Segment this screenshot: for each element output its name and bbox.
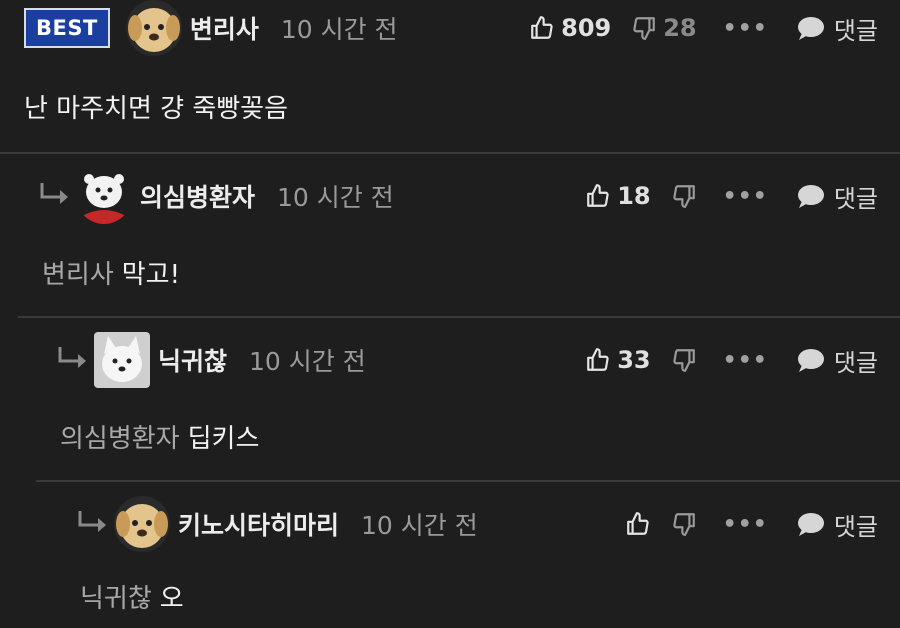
dislike-count: 28	[663, 14, 697, 42]
dislike-button[interactable]	[671, 347, 697, 373]
timestamp: 10 시간 전	[361, 511, 478, 540]
avatar[interactable]	[94, 332, 150, 388]
more-options-button[interactable]: •••	[723, 16, 768, 41]
avatar[interactable]	[76, 168, 132, 224]
like-count: 33	[617, 346, 651, 374]
like-count: 809	[561, 14, 612, 42]
dislike-button[interactable]: 28	[631, 14, 697, 42]
nickname[interactable]: 변리사	[190, 10, 259, 46]
thumbs-down-icon	[672, 349, 695, 372]
nickname[interactable]: 닉귀찮	[158, 342, 227, 378]
reply-button[interactable]: 댓글	[796, 179, 878, 214]
dislike-button[interactable]	[671, 183, 697, 209]
like-button[interactable]: 809	[529, 14, 611, 42]
puppy-avatar-icon	[114, 496, 170, 552]
speech-bubble-icon	[797, 349, 824, 372]
reply-label: 댓글	[833, 16, 878, 45]
thumbs-up-icon	[587, 348, 609, 371]
polar-bear-avatar-icon	[76, 168, 132, 224]
speech-bubble-icon	[797, 513, 824, 536]
comment-text: 막고!	[121, 260, 181, 290]
nickname[interactable]: 의심병환자	[140, 178, 255, 214]
thumbs-up-icon	[626, 512, 649, 535]
speech-bubble-icon	[797, 185, 824, 208]
reply-label: 댓글	[833, 512, 878, 541]
reply-button[interactable]: 댓글	[796, 507, 878, 542]
timestamp: 10 시간 전	[249, 347, 366, 376]
mention[interactable]: 의심병환자	[60, 424, 180, 454]
reply-label: 댓글	[833, 184, 878, 213]
like-button[interactable]	[625, 511, 651, 537]
more-options-button[interactable]: •••	[723, 348, 768, 373]
comment-thread: BEST 변리사 10 시간 전 809 28 ••• 댓글 난 마주치면 걍 …	[0, 0, 900, 628]
thumbs-down-icon	[672, 185, 695, 208]
mention[interactable]: 변리사	[42, 260, 114, 290]
white-dog-avatar-icon	[94, 332, 150, 388]
avatar[interactable]	[125, 0, 182, 56]
timestamp: 10 시간 전	[277, 183, 394, 212]
dislike-button[interactable]	[671, 511, 697, 537]
like-button[interactable]: 18	[585, 182, 651, 210]
more-options-button[interactable]: •••	[723, 512, 768, 537]
thumbs-down-icon	[672, 513, 695, 536]
like-count: 18	[617, 182, 651, 210]
reply-comment: 닉귀찮 10 시간 전 33 ••• 댓글 의심병환자 딥키스	[0, 318, 900, 480]
like-button[interactable]: 33	[585, 346, 651, 374]
comment-text: 오	[159, 584, 184, 614]
thumbs-down-icon	[633, 17, 656, 40]
timestamp: 10 시간 전	[280, 15, 398, 44]
reply-button[interactable]: 댓글	[796, 343, 878, 378]
reply-comment: 의심병환자 10 시간 전 18 ••• 댓글 변리사 막고!	[0, 154, 900, 316]
reply-arrow-icon	[58, 347, 86, 368]
puppy-avatar-icon	[125, 0, 182, 56]
mention[interactable]: 닉귀찮	[80, 584, 152, 614]
nickname[interactable]: 키노시타히마리	[178, 506, 339, 542]
avatar[interactable]	[114, 496, 170, 552]
comment-text: 딥키스	[187, 424, 260, 454]
more-options-button[interactable]: •••	[723, 184, 768, 209]
reply-button[interactable]: 댓글	[796, 11, 878, 46]
reply-comment: 키노시타히마리 10 시간 전 ••• 댓글 닉귀찮 오	[0, 482, 900, 628]
reply-arrow-icon	[40, 183, 68, 204]
reply-arrow-icon	[78, 511, 106, 532]
reply-label: 댓글	[833, 348, 878, 377]
comment-best: BEST 변리사 10 시간 전 809 28 ••• 댓글 난 마주치면 걍 …	[0, 0, 900, 152]
thumbs-up-icon	[531, 16, 553, 39]
comment-text: 난 마주치면 걍 죽빵꽂음	[24, 94, 288, 124]
thumbs-up-icon	[587, 184, 609, 207]
best-badge: BEST	[24, 8, 110, 48]
speech-bubble-icon	[797, 17, 824, 40]
